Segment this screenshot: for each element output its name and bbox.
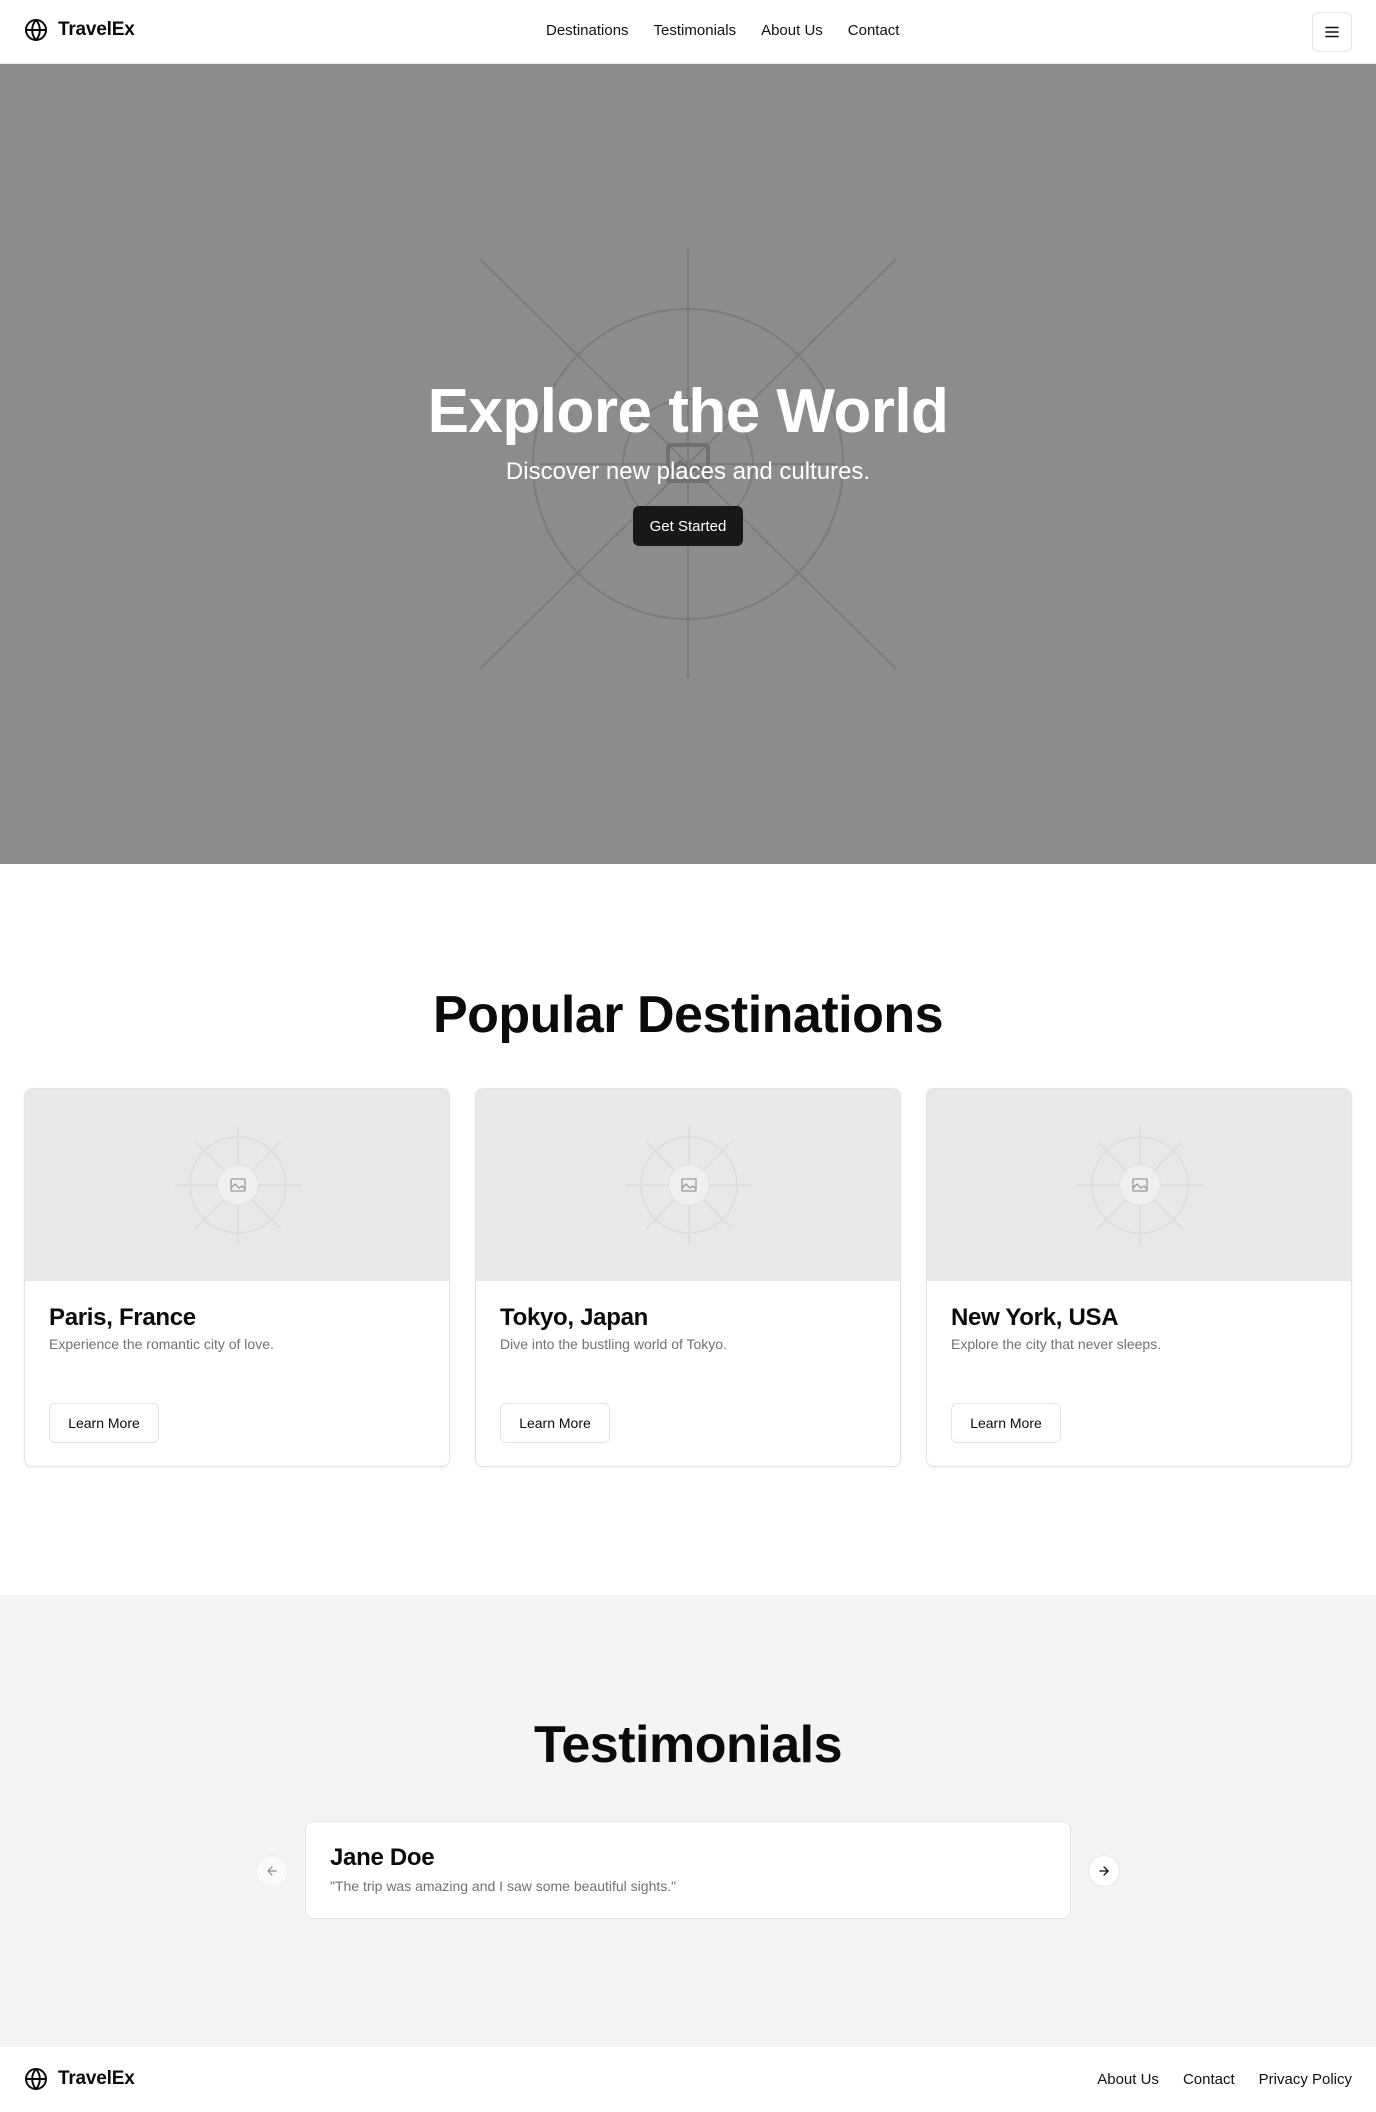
site-header: TravelEx Destinations Testimonials About… — [0, 0, 1376, 64]
hero-subtitle: Discover new places and cultures. — [505, 458, 871, 485]
nav-about-us[interactable]: About Us — [761, 22, 823, 39]
menu-button[interactable] — [1312, 12, 1352, 52]
destination-description: Dive into the bustling world of Tokyo. — [500, 1336, 727, 1352]
learn-more-button[interactable]: Learn More — [951, 1403, 1061, 1443]
main-nav: Destinations Testimonials About Us Conta… — [546, 22, 899, 39]
footer-brand[interactable]: TravelEx — [24, 2067, 135, 2091]
destination-name: Tokyo, Japan — [500, 1304, 648, 1331]
globe-icon — [25, 19, 47, 41]
hamburger-icon — [1325, 26, 1339, 38]
arrow-right-icon — [1099, 1866, 1109, 1876]
destination-image — [25, 1089, 449, 1281]
testimonials-section: Testimonials Jane Doe "The trip was amaz… — [0, 1595, 1376, 2047]
nav-testimonials[interactable]: Testimonials — [654, 22, 737, 39]
image-placeholder-icon — [626, 1125, 752, 1245]
hero-title: Explore the World — [427, 377, 949, 446]
testimonial-author: Jane Doe — [330, 1844, 435, 1871]
destination-card-tokyo: Tokyo, Japan Dive into the bustling worl… — [475, 1088, 901, 1467]
destination-image — [476, 1089, 900, 1281]
image-placeholder-icon — [175, 1125, 301, 1245]
footer-link-privacy-policy[interactable]: Privacy Policy — [1259, 2071, 1352, 2088]
learn-more-button[interactable]: Learn More — [49, 1403, 159, 1443]
testimonial-quote: "The trip was amazing and I saw some bea… — [330, 1878, 677, 1894]
destination-description: Explore the city that never sleeps. — [951, 1336, 1162, 1352]
destination-card-paris: Paris, France Experience the romantic ci… — [24, 1088, 450, 1467]
destination-description: Experience the romantic city of love. — [49, 1336, 274, 1352]
get-started-button[interactable]: Get Started — [633, 506, 743, 546]
carousel-next-button[interactable] — [1088, 1855, 1120, 1887]
footer-links: About Us Contact Privacy Policy — [1097, 2071, 1352, 2088]
hero-section: Explore the World Discover new places an… — [0, 64, 1376, 864]
learn-more-button[interactable]: Learn More — [500, 1403, 610, 1443]
arrow-left-icon — [267, 1866, 277, 1876]
globe-icon — [25, 2068, 47, 2090]
destinations-title: Popular Destinations — [432, 986, 944, 1044]
testimonials-title: Testimonials — [533, 1716, 843, 1774]
destination-image — [927, 1089, 1351, 1281]
destination-card-new-york: New York, USA Explore the city that neve… — [926, 1088, 1352, 1467]
testimonial-card: Jane Doe "The trip was amazing and I saw… — [305, 1821, 1071, 1919]
carousel-prev-button[interactable] — [256, 1855, 288, 1887]
site-footer: TravelEx About Us Contact Privacy Policy — [0, 2047, 1376, 2112]
footer-brand-name: TravelEx — [58, 2068, 135, 2089]
destination-name: New York, USA — [951, 1304, 1119, 1331]
nav-contact[interactable]: Contact — [848, 22, 900, 39]
destination-name: Paris, France — [49, 1304, 196, 1331]
brand-name: TravelEx — [58, 19, 135, 40]
image-placeholder-icon — [1077, 1125, 1203, 1245]
brand-logo[interactable]: TravelEx — [24, 18, 135, 42]
nav-destinations[interactable]: Destinations — [546, 22, 629, 39]
footer-link-contact[interactable]: Contact — [1183, 2071, 1235, 2088]
footer-link-about-us[interactable]: About Us — [1097, 2071, 1159, 2088]
